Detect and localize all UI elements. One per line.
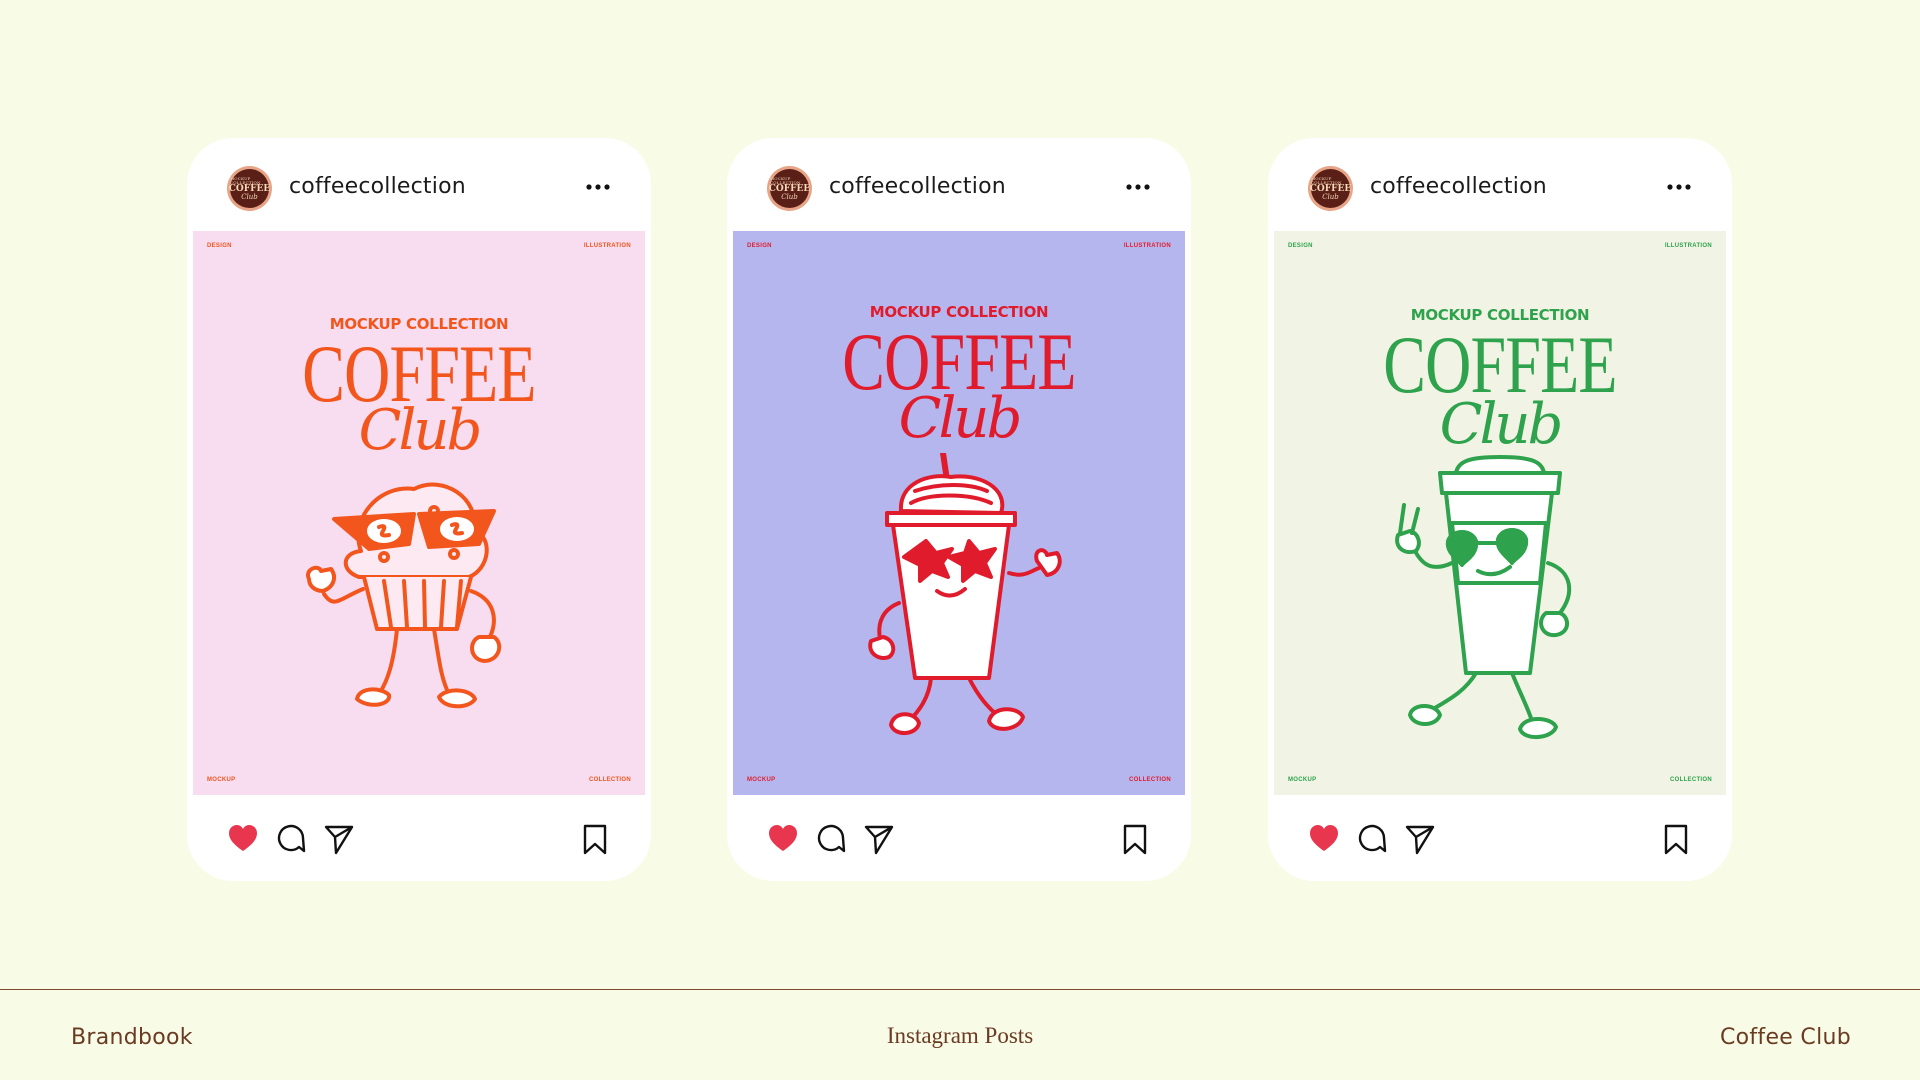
post-actions [227, 823, 611, 857]
poster-corner-label: MOCKUP [1288, 777, 1317, 783]
avatar-logo-text: Club [241, 192, 258, 201]
heart-icon[interactable] [767, 823, 799, 855]
poster-script-title: Club [898, 386, 1023, 451]
poster-corner-label: ILLUSTRATION [1123, 243, 1171, 249]
more-icon[interactable] [1666, 182, 1692, 192]
coffee-cup-mascot [1395, 455, 1572, 739]
comment-icon[interactable] [815, 823, 847, 855]
footer-section-title: Instagram Posts [886, 1023, 1034, 1048]
avatar[interactable]: MOCKUP COLLECTION COFFEE Club [1308, 166, 1353, 211]
footer-divider [0, 989, 1920, 990]
avatar-logo-text: Club [1322, 192, 1339, 201]
post-actions [767, 823, 1151, 857]
frappe-cup-mascot [868, 453, 1062, 735]
poster-corner-label: MOCKUP [747, 777, 776, 783]
slide: MOCKUP COLLECTION COFFEE Club coffeecoll… [0, 0, 1920, 1080]
poster-corner-label: MOCKUP [207, 777, 236, 783]
username[interactable]: coffeecollection [289, 174, 466, 199]
post-card: MOCKUP COLLECTION COFFEE Club coffeecoll… [187, 138, 651, 881]
send-icon[interactable] [1404, 823, 1436, 855]
username[interactable]: coffeecollection [1370, 174, 1547, 199]
send-icon[interactable] [323, 823, 355, 855]
muffin-mascot [306, 482, 502, 709]
post-image[interactable]: DESIGN ILLUSTRATION MOCKUP COLLECTION MO… [1274, 231, 1726, 795]
bookmark-icon[interactable] [1660, 823, 1692, 855]
bookmark-icon[interactable] [579, 823, 611, 855]
poster-script-title: Club [1439, 392, 1564, 457]
post-header: MOCKUP COLLECTION COFFEE Club coffeecoll… [1308, 166, 1692, 212]
avatar-logo-text: Club [781, 192, 798, 201]
post-actions [1308, 823, 1692, 857]
post-header: MOCKUP COLLECTION COFFEE Club coffeecoll… [227, 166, 611, 212]
heart-icon[interactable] [1308, 823, 1340, 855]
comment-icon[interactable] [275, 823, 307, 855]
username[interactable]: coffeecollection [829, 174, 1006, 199]
comment-icon[interactable] [1356, 823, 1388, 855]
post-image[interactable]: DESIGN ILLUSTRATION MOCKUP COLLECTION MO… [733, 231, 1185, 795]
poster-corner-label: ILLUSTRATION [583, 243, 631, 249]
poster-corner-label: DESIGN [747, 243, 772, 249]
post-card: MOCKUP COLLECTION COFFEE Club coffeecoll… [727, 138, 1191, 881]
bookmark-icon[interactable] [1119, 823, 1151, 855]
post-card: MOCKUP COLLECTION COFFEE Club coffeecoll… [1268, 138, 1732, 881]
avatar[interactable]: MOCKUP COLLECTION COFFEE Club [227, 166, 272, 211]
poster-corner-label: COLLECTION [1670, 777, 1712, 783]
more-icon[interactable] [585, 182, 611, 192]
poster-script-title: Club [358, 398, 483, 463]
poster-corner-label: DESIGN [207, 243, 232, 249]
footer-brand-name: Coffee Club [1719, 1025, 1851, 1050]
avatar[interactable]: MOCKUP COLLECTION COFFEE Club [767, 166, 812, 211]
heart-icon[interactable] [227, 823, 259, 855]
poster-corner-label: COLLECTION [1129, 777, 1171, 783]
post-header: MOCKUP COLLECTION COFFEE Club coffeecoll… [767, 166, 1151, 212]
poster-corner-label: DESIGN [1288, 243, 1313, 249]
post-image[interactable]: DESIGN ILLUSTRATION MOCKUP COLLECTION MO… [193, 231, 645, 795]
send-icon[interactable] [863, 823, 895, 855]
more-icon[interactable] [1125, 182, 1151, 192]
poster-corner-label: ILLUSTRATION [1664, 243, 1712, 249]
poster-corner-label: COLLECTION [589, 777, 631, 783]
